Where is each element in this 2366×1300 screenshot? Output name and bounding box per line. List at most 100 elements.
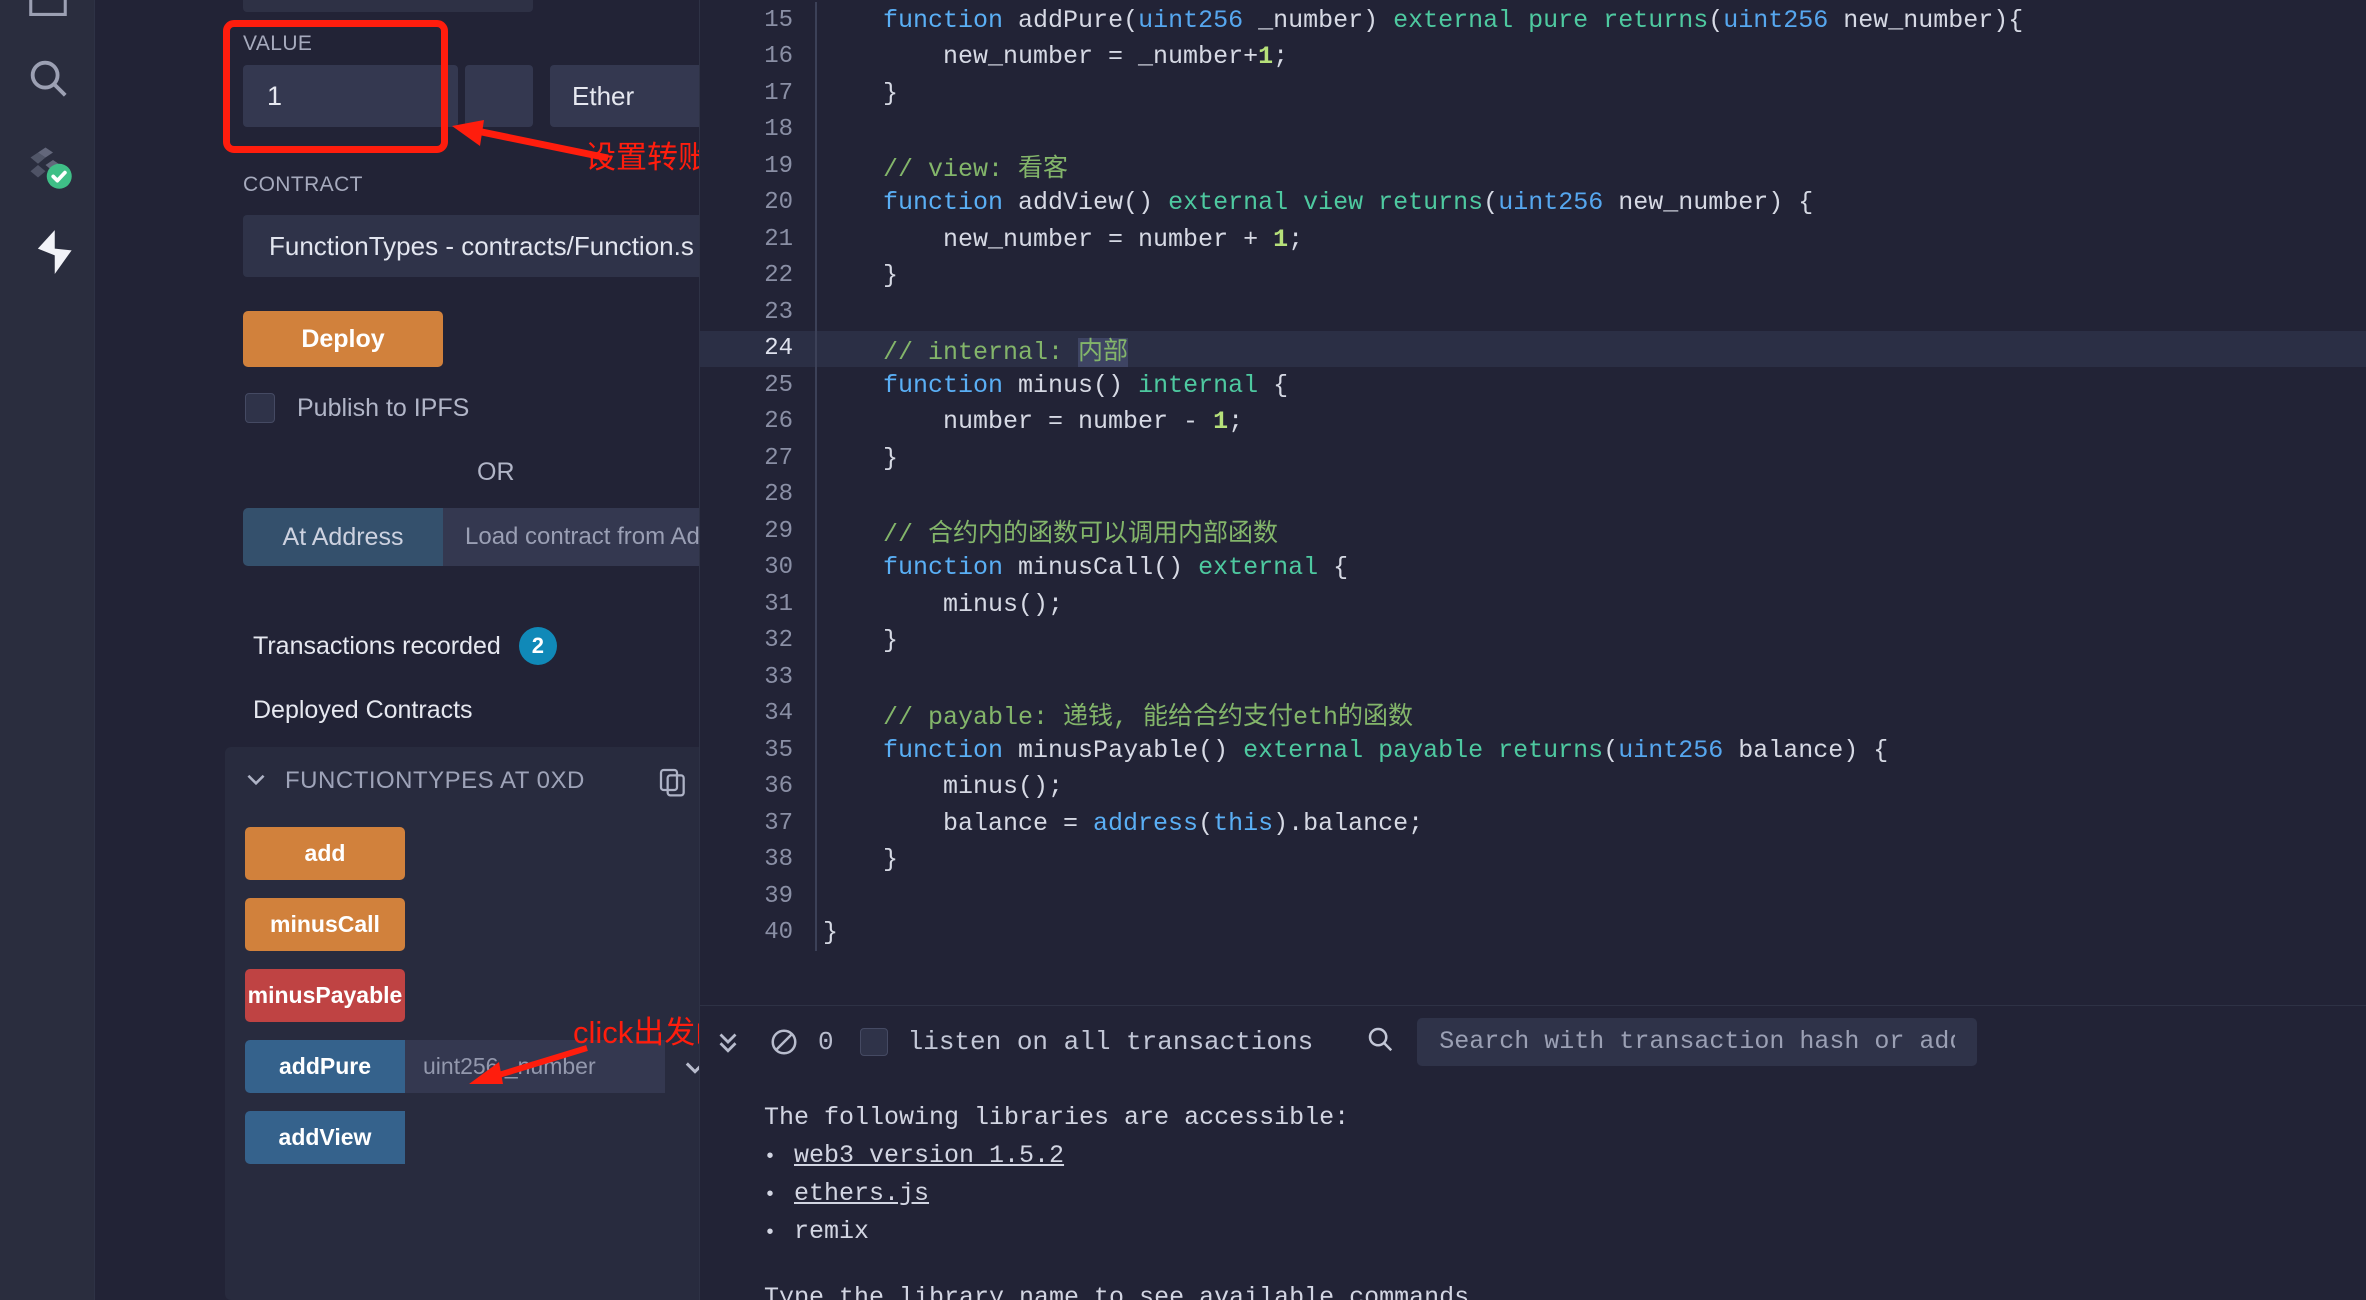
code-line: 24 // internal: 内部 bbox=[700, 331, 2366, 368]
indent-guide bbox=[815, 477, 823, 514]
terminal-text: ethers.js bbox=[794, 1175, 929, 1213]
deployed-contract-title: FUNCTIONTYPES AT 0XD91...3913 bbox=[285, 767, 585, 795]
code-line: 31 minus(); bbox=[700, 586, 2366, 623]
indent-guide bbox=[815, 2, 823, 39]
line-number: 16 bbox=[700, 43, 815, 70]
contract-function-row: minusCall bbox=[245, 898, 700, 951]
line-number: 32 bbox=[700, 627, 815, 654]
value-field-spacer bbox=[465, 65, 533, 127]
code-line: 35 function minusPayable() external paya… bbox=[700, 732, 2366, 769]
indent-guide bbox=[815, 878, 823, 915]
code-lines: 15 function addPure(uint256 _number) ext… bbox=[700, 0, 2366, 951]
terminal-list-item: •remix bbox=[764, 1213, 2366, 1251]
indent-guide bbox=[815, 185, 823, 222]
terminal-list-item[interactable]: •ethers.js bbox=[764, 1175, 2366, 1213]
code-line: 16 new_number = _number+1; bbox=[700, 39, 2366, 76]
chevron-down-icon[interactable] bbox=[665, 1053, 700, 1081]
code-line: 22 } bbox=[700, 258, 2366, 295]
line-number: 31 bbox=[700, 591, 815, 618]
at-address-button[interactable]: At Address bbox=[243, 508, 443, 566]
code-text: // 合约内的函数可以调用内部函数 bbox=[823, 513, 1278, 549]
function-button-minuscall[interactable]: minusCall bbox=[245, 898, 405, 951]
code-editor[interactable]: 15 function addPure(uint256 _number) ext… bbox=[700, 0, 2366, 1005]
code-line: 34 // payable: 递钱, 能给合约支付eth的函数 bbox=[700, 696, 2366, 733]
code-line: 33 bbox=[700, 659, 2366, 696]
terminal-blank-line bbox=[764, 1251, 2366, 1279]
transactions-recorded-label: Transactions recorded bbox=[253, 632, 501, 661]
listen-all-transactions-label: listen on all transactions bbox=[908, 1027, 1314, 1057]
contract-function-row: minusPayable bbox=[245, 969, 700, 1022]
indent-guide bbox=[815, 915, 823, 952]
indent-guide bbox=[815, 221, 823, 258]
contract-label: CONTRACT bbox=[243, 173, 363, 197]
code-text: // payable: 递钱, 能给合约支付eth的函数 bbox=[823, 696, 1413, 732]
function-button-add[interactable]: add bbox=[245, 827, 405, 880]
search-icon[interactable] bbox=[1365, 1024, 1395, 1059]
publish-ipfs-checkbox[interactable] bbox=[245, 393, 275, 423]
code-line: 39 bbox=[700, 878, 2366, 915]
search-icon[interactable] bbox=[0, 55, 95, 101]
line-number: 36 bbox=[700, 773, 815, 800]
line-number: 26 bbox=[700, 408, 815, 435]
indent-guide bbox=[815, 39, 823, 76]
code-text: balance = address(this).balance; bbox=[823, 809, 1423, 838]
code-line: 23 bbox=[700, 294, 2366, 331]
function-button-minuspayable[interactable]: minusPayable bbox=[245, 969, 405, 1022]
code-text: new_number = number + 1; bbox=[823, 225, 1303, 254]
function-arg-input-addpure[interactable] bbox=[405, 1040, 665, 1093]
terminal-search-input[interactable] bbox=[1417, 1018, 1977, 1066]
code-text: function minusPayable() external payable… bbox=[823, 736, 1888, 765]
chevrons-down-icon[interactable] bbox=[700, 1027, 756, 1057]
deploy-button[interactable]: Deploy bbox=[243, 311, 443, 367]
gas-limit-field-stub bbox=[243, 0, 533, 12]
contract-function-row: add bbox=[245, 827, 700, 880]
indent-guide bbox=[815, 331, 823, 368]
indent-guide bbox=[815, 659, 823, 696]
listen-all-transactions-checkbox[interactable] bbox=[860, 1028, 888, 1056]
contract-select[interactable]: FunctionTypes - contracts/Function.s bbox=[243, 215, 700, 277]
terminal-line: The following libraries are accessible: bbox=[764, 1099, 2366, 1137]
transactions-recorded-row[interactable]: Transactions recorded 2 bbox=[253, 627, 557, 665]
line-number: 23 bbox=[700, 299, 815, 326]
code-text: minus(); bbox=[823, 772, 1063, 801]
terminal-list-item[interactable]: •web3 version 1.5.2 bbox=[764, 1137, 2366, 1175]
value-unit-label: Ether bbox=[572, 81, 634, 112]
value-label: VALUE bbox=[243, 32, 312, 56]
deploy-run-icon[interactable] bbox=[0, 225, 95, 279]
line-number: 15 bbox=[700, 7, 815, 34]
deployed-contract-header[interactable]: FUNCTIONTYPES AT 0XD91...3913 bbox=[225, 747, 700, 815]
file-explorer-icon[interactable] bbox=[0, 0, 95, 24]
function-button-addpure[interactable]: addPure bbox=[245, 1040, 405, 1093]
line-number: 22 bbox=[700, 262, 815, 289]
terminal-text: remix bbox=[794, 1213, 869, 1251]
code-text: } bbox=[823, 444, 898, 473]
clear-console-icon[interactable] bbox=[756, 1027, 812, 1057]
line-number: 30 bbox=[700, 554, 815, 581]
at-address-input[interactable] bbox=[443, 508, 700, 566]
chevron-down-icon[interactable] bbox=[243, 766, 269, 797]
code-text: function addPure(uint256 _number) extern… bbox=[823, 6, 2023, 35]
bullet-icon: • bbox=[764, 1219, 794, 1249]
copy-icon[interactable] bbox=[657, 765, 689, 804]
line-number: 20 bbox=[700, 189, 815, 216]
indent-guide bbox=[815, 732, 823, 769]
line-number: 34 bbox=[700, 700, 815, 727]
publish-ipfs-label: Publish to IPFS bbox=[297, 394, 469, 423]
solidity-compiler-icon[interactable] bbox=[0, 140, 95, 200]
value-unit-select[interactable]: Ether bbox=[550, 65, 700, 127]
indent-guide bbox=[815, 623, 823, 660]
publish-to-ipfs-row[interactable]: Publish to IPFS bbox=[245, 393, 469, 423]
value-input[interactable] bbox=[243, 65, 458, 127]
terminal-line: Type the library name to see available c… bbox=[764, 1279, 2366, 1300]
line-number: 19 bbox=[700, 153, 815, 180]
code-text: function addView() external view returns… bbox=[823, 188, 1813, 217]
contract-function-row: addPure bbox=[245, 1040, 700, 1093]
indent-guide bbox=[815, 550, 823, 587]
bullet-icon: • bbox=[764, 1181, 794, 1211]
contract-select-value: FunctionTypes - contracts/Function.s bbox=[269, 231, 694, 262]
code-line: 20 function addView() external view retu… bbox=[700, 185, 2366, 222]
function-button-addview[interactable]: addView bbox=[245, 1111, 405, 1164]
indent-guide bbox=[815, 258, 823, 295]
code-text: } bbox=[823, 845, 898, 874]
line-number: 39 bbox=[700, 883, 815, 910]
